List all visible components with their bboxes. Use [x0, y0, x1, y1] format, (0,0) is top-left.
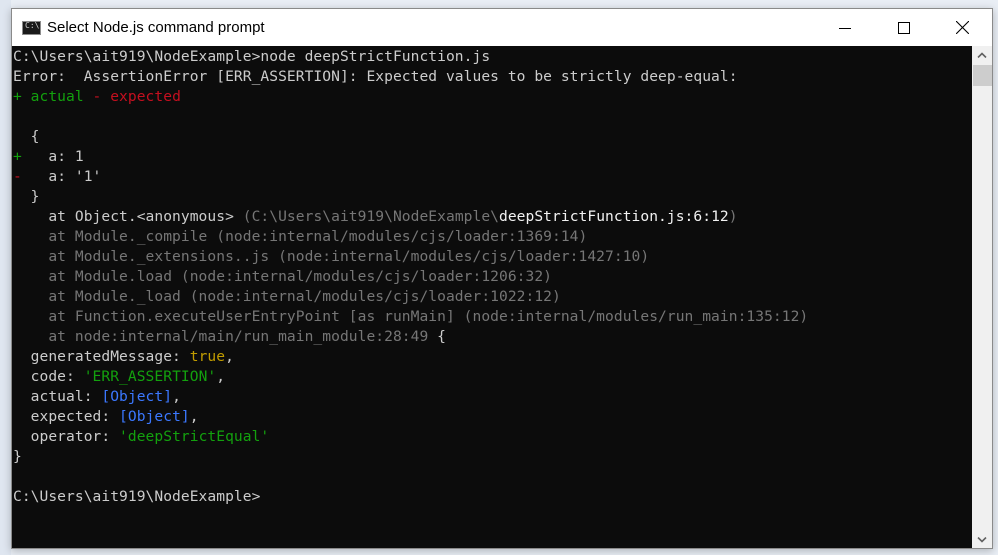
maximize-button[interactable]	[874, 9, 933, 46]
console-text-segment: deepStrictFunction.js:6:12	[499, 208, 729, 225]
scroll-down-button[interactable]	[972, 531, 992, 548]
chevron-down-icon	[977, 536, 987, 543]
console-text-segment: at Module._extensions..js (node:internal…	[13, 248, 650, 265]
console-text-segment: )	[728, 208, 738, 225]
scroll-up-button[interactable]	[972, 46, 992, 63]
console-text-segment: generatedMessage:	[13, 348, 190, 365]
console-text-segment: at node:internal/main/run_main_module:28…	[13, 328, 429, 345]
console-line: expected: [Object],	[13, 407, 808, 427]
console-text-segment: 'ERR_ASSERTION'	[83, 368, 217, 385]
console-text-segment: actual:	[13, 388, 102, 405]
desktop-background	[0, 0, 11, 555]
console-text-segment: operator:	[13, 428, 120, 445]
console-text-segment: }	[13, 448, 22, 465]
console-text-segment: - expected	[83, 88, 181, 105]
console-text-segment: {	[428, 328, 446, 345]
console-text-segment: true	[189, 348, 226, 365]
node-command-prompt-window: Select Node.js command prompt C:\Users\a…	[11, 8, 993, 549]
console-text-segment: C:\Users\ait919\NodeExample>node deepStr…	[13, 48, 491, 65]
console-line: }	[13, 187, 808, 207]
console-line: at Module._extensions..js (node:internal…	[13, 247, 808, 267]
console-text-segment: at Module.load (node:internal/modules/cj…	[13, 268, 553, 285]
console-line: + actual - expected	[13, 87, 808, 107]
console-text-segment: 'deepStrictEqual'	[119, 428, 270, 445]
console-text-segment: ,	[172, 388, 181, 405]
console-text-segment: expected:	[13, 408, 120, 425]
console-output[interactable]: C:\Users\ait919\NodeExample>node deepStr…	[12, 46, 972, 548]
close-icon	[956, 21, 969, 34]
console-line: at node:internal/main/run_main_module:28…	[13, 327, 808, 347]
console-line: at Function.executeUserEntryPoint [as ru…	[13, 307, 808, 327]
console-line: operator: 'deepStrictEqual'	[13, 427, 808, 447]
console-text-segment: + actual	[13, 88, 84, 105]
console-line: generatedMessage: true,	[13, 347, 808, 367]
console-text-segment: ,	[216, 368, 226, 385]
console-line: at Object.<anonymous> (C:\Users\ait919\N…	[13, 207, 808, 227]
maximize-icon	[897, 21, 910, 34]
console-text-segment: [Object]	[101, 388, 173, 405]
console-line: {	[13, 127, 808, 147]
console-line: C:\Users\ait919\NodeExample>	[13, 487, 808, 507]
title-bar[interactable]: Select Node.js command prompt	[12, 9, 992, 46]
vertical-scrollbar[interactable]	[972, 46, 992, 548]
console-text-segment: at Object.<anonymous>	[13, 208, 243, 225]
console-text-segment: at Function.executeUserEntryPoint [as ru…	[13, 308, 809, 325]
console-text-segment: {	[13, 128, 40, 145]
console-text-segment: Error: AssertionError [ERR_ASSERTION]: E…	[13, 68, 738, 85]
console-text-segment: ,	[189, 408, 199, 425]
console-app-icon[interactable]	[22, 20, 41, 35]
close-button[interactable]	[933, 9, 992, 46]
console-line: C:\Users\ait919\NodeExample>node deepStr…	[13, 47, 808, 67]
console-text-segment: }	[13, 188, 40, 205]
console-text-segment: at Module._compile (node:internal/module…	[13, 228, 588, 245]
console-text-segment: a: '1'	[21, 168, 102, 185]
console-text-segment: C:\Users\ait919\NodeExample>	[13, 488, 261, 505]
console-text-segment: at Module._load (node:internal/modules/c…	[13, 288, 561, 305]
console-line: at Module.load (node:internal/modules/cj…	[13, 267, 808, 287]
console-line: at Module._load (node:internal/modules/c…	[13, 287, 808, 307]
scrollbar-thumb[interactable]	[973, 65, 992, 86]
console-line: at Module._compile (node:internal/module…	[13, 227, 808, 247]
console-lines: C:\Users\ait919\NodeExample>node deepStr…	[13, 47, 808, 507]
console-text-segment: -	[13, 168, 22, 185]
console-line: actual: [Object],	[13, 387, 808, 407]
console-text-segment: [Object]	[119, 408, 190, 425]
window-controls	[815, 9, 992, 46]
console-line: Error: AssertionError [ERR_ASSERTION]: E…	[13, 67, 808, 87]
console-line: - a: '1'	[13, 167, 808, 187]
console-text-segment: +	[13, 148, 22, 165]
console-line: code: 'ERR_ASSERTION',	[13, 367, 808, 387]
console-line: }	[13, 447, 808, 467]
minimize-button[interactable]	[815, 9, 874, 46]
console-text-segment: a: 1	[21, 148, 84, 165]
minimize-icon	[838, 27, 851, 29]
console-text-segment: code:	[13, 368, 84, 385]
chevron-up-icon	[977, 51, 987, 58]
console-line: + a: 1	[13, 147, 808, 167]
console-text-segment: (C:\Users\ait919\NodeExample\	[242, 208, 499, 225]
console-text-segment: ,	[225, 348, 234, 365]
window-title: Select Node.js command prompt	[47, 19, 265, 36]
